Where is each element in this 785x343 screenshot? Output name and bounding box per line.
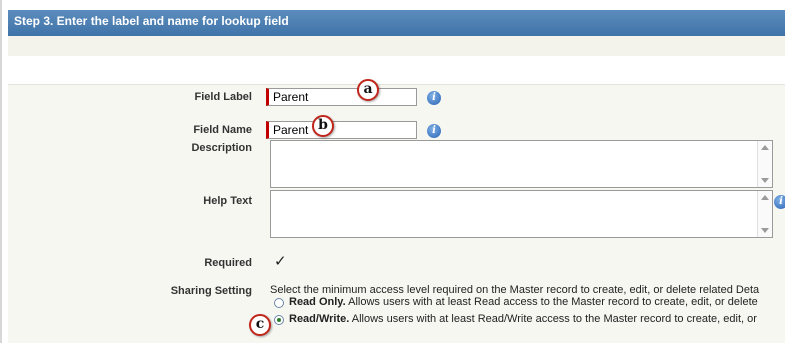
field-name-info-icon[interactable]: i xyxy=(427,124,441,138)
field-label-input[interactable] xyxy=(266,88,417,106)
scroll-down-icon[interactable] xyxy=(761,228,769,233)
read-write-option-desc: Allows users with at least Read/Write ac… xyxy=(349,313,757,325)
read-write-option: Read/Write. Allows users with at least R… xyxy=(289,313,757,325)
field-name-input[interactable] xyxy=(266,121,417,139)
sharing-setting-label: Sharing Setting xyxy=(170,285,252,297)
page-frame: Step 3. Enter the label and name for loo… xyxy=(0,0,785,343)
description-label: Description xyxy=(191,142,252,154)
header-spacer-band xyxy=(8,36,785,57)
spacer-band xyxy=(8,56,785,84)
field-label-label: Field Label xyxy=(194,91,252,103)
read-write-radio[interactable] xyxy=(274,315,284,325)
read-write-option-title: Read/Write. xyxy=(289,313,350,325)
scroll-up-icon[interactable] xyxy=(761,195,769,200)
help-text-scrollbar[interactable] xyxy=(757,191,772,237)
description-scrollbar[interactable] xyxy=(757,141,772,187)
help-text-info-icon[interactable]: i xyxy=(774,195,785,209)
scroll-down-icon[interactable] xyxy=(761,178,769,183)
callout-c: c xyxy=(249,314,271,336)
field-label-info-icon[interactable]: i xyxy=(427,91,441,105)
scroll-up-icon[interactable] xyxy=(761,145,769,150)
read-only-option-desc: Allows users with at least Read access t… xyxy=(345,296,758,308)
read-only-radio[interactable] xyxy=(274,298,284,308)
step-header: Step 3. Enter the label and name for loo… xyxy=(8,10,785,36)
help-text-label: Help Text xyxy=(203,195,252,207)
required-label: Required xyxy=(204,257,252,269)
field-name-label: Field Name xyxy=(193,124,252,136)
read-only-option: Read Only. Allows users with at least Re… xyxy=(289,296,758,308)
callout-b: b xyxy=(312,115,334,137)
help-text-textarea[interactable] xyxy=(270,190,773,238)
required-checkmark-icon: ✓ xyxy=(274,253,287,270)
read-only-option-title: Read Only. xyxy=(289,296,346,308)
sharing-intro-text: Select the minimum access level required… xyxy=(270,284,760,296)
callout-a: a xyxy=(357,79,379,101)
description-textarea[interactable] xyxy=(270,140,773,188)
